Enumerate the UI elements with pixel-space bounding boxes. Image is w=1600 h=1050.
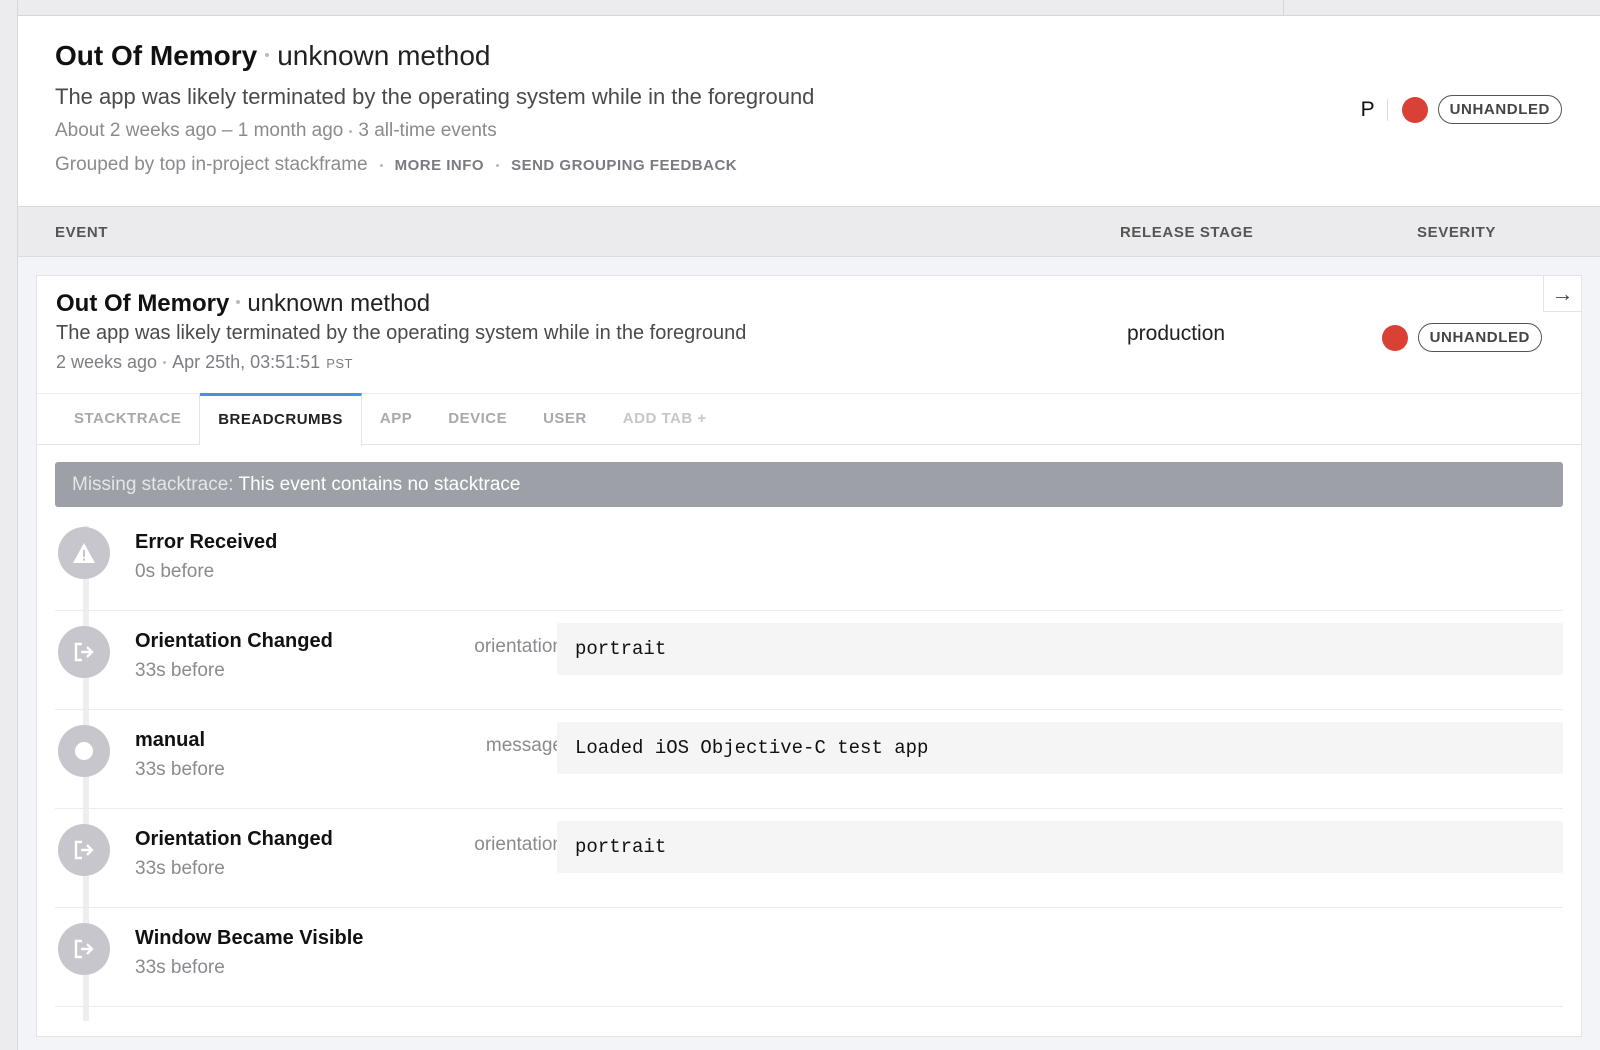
column-event: EVENT [55,224,109,241]
breadcrumb-item: Orientation Changed 33s before orientati… [55,610,1563,710]
priority-letter[interactable]: P [1361,98,1375,122]
error-context: unknown method [277,40,491,71]
breadcrumb-item: Error Received 0s before [55,511,1563,611]
event-column-headers: EVENT RELEASE STAGE SEVERITY [18,207,1600,257]
error-class: Out Of Memory [55,40,258,71]
breadcrumb-time: 33s before [135,759,225,780]
left-rail [0,0,18,1050]
missing-stacktrace-label: Missing stacktrace: [72,474,234,495]
breadcrumb-time: 33s before [135,957,225,978]
navigation-icon [58,824,110,876]
more-info-link[interactable]: MORE INFO [395,157,485,174]
breadcrumb-name: Window Became Visible [135,927,364,949]
top-strip [18,0,1600,16]
breadcrumb-time: 33s before [135,660,225,681]
column-release-stage: RELEASE STAGE [1120,224,1254,241]
grouping-separator [379,163,383,167]
column-severity: SEVERITY [1417,224,1496,241]
event-release-stage: production [1127,322,1226,345]
event-meta: 2 weeks ago Apr 25th, 03:51:51 PST [56,352,353,373]
unhandled-badge: UNHANDLED [1437,95,1562,124]
tab-breadcrumbs[interactable]: BREADCRUMBS [200,393,362,446]
event-relative-time: 2 weeks ago [56,352,158,372]
event-severity: UNHANDLED [1381,323,1542,352]
breadcrumb-meta-value: portrait [557,623,1563,675]
warning-icon [58,527,110,579]
meta-separator [163,361,167,364]
event-card: → Out Of Memory unknown method The app w… [36,275,1582,1037]
status-divider [1386,98,1388,121]
breadcrumb-meta-value: portrait [557,821,1563,873]
error-timeframe: About 2 weeks ago – 1 month ago [55,120,344,141]
event-timezone: PST [326,356,353,371]
grouping-row: Grouped by top in-project stackframe MOR… [55,154,737,176]
title-separator [265,53,270,57]
event-tabs: STACKTRACE BREADCRUMBS APP DEVICE USER A… [37,393,1581,446]
error-events-count: 3 all-time events [358,120,497,141]
tab-stacktrace[interactable]: STACKTRACE [37,394,201,444]
breadcrumb-meta-key: message [485,735,563,756]
arrow-right-icon: → [1551,280,1574,306]
breadcrumb-item: Window Became Visible 33s before [55,907,1563,1007]
breadcrumb-name: manual [135,729,206,751]
event-class: Out Of Memory [56,290,230,317]
breadcrumb-item: Orientation Changed 33s before orientati… [55,808,1563,908]
unhandled-badge: UNHANDLED [1417,323,1542,352]
breadcrumb-meta-key: orientation [474,834,563,855]
missing-stacktrace-banner: Missing stacktrace: This event contains … [55,462,1563,507]
error-title: Out Of Memory unknown method [55,40,491,72]
open-event-button[interactable]: → [1543,276,1581,312]
breadcrumb-meta-value: Loaded iOS Objective-C test app [557,722,1563,774]
tab-device[interactable]: DEVICE [430,394,525,444]
error-status: P UNHANDLED [1361,95,1562,124]
manual-dot-icon [58,725,110,777]
event-timestamp: Apr 25th, 03:51:51 [172,352,321,372]
breadcrumb-name: Orientation Changed [135,630,333,652]
title-separator [236,300,241,304]
navigation-icon [58,626,110,678]
grouping-separator [496,163,500,167]
error-header: Out Of Memory unknown method The app was… [18,16,1600,207]
breadcrumb-time: 0s before [135,561,215,582]
breadcrumb-meta-key: orientation [474,636,563,657]
add-tab-button[interactable]: ADD TAB + [605,394,725,444]
severity-error-icon [1381,324,1408,351]
severity-error-icon [1401,96,1428,123]
event-message: The app was likely terminated by the ope… [56,322,747,344]
grouping-reason: Grouped by top in-project stackframe [55,154,368,175]
breadcrumb-time: 33s before [135,858,225,879]
event-context: unknown method [247,290,431,317]
tab-app[interactable]: APP [362,394,430,444]
meta-separator [349,129,353,133]
breadcrumb-name: Error Received [135,531,278,553]
tab-user[interactable]: USER [525,394,605,444]
error-message: The app was likely terminated by the ope… [55,84,815,109]
send-grouping-feedback-link[interactable]: SEND GROUPING FEEDBACK [511,157,737,174]
error-meta: About 2 weeks ago – 1 month ago 3 all-ti… [55,120,497,142]
breadcrumb-name: Orientation Changed [135,828,333,850]
breadcrumb-item: manual 33s before message Loaded iOS Obj… [55,709,1563,809]
event-title: Out Of Memory unknown method [56,290,430,318]
navigation-icon [58,923,110,975]
missing-stacktrace-text: This event contains no stacktrace [238,474,521,495]
top-strip-divider [1283,0,1284,16]
